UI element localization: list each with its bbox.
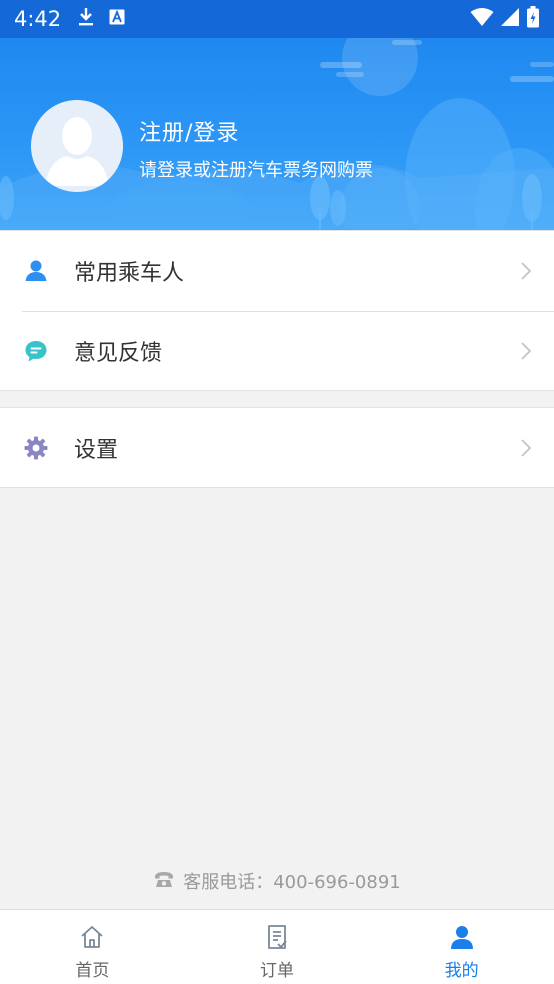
gear-icon xyxy=(24,436,48,460)
customer-service-hotline[interactable]: 客服电话：400-696-0891 xyxy=(0,868,554,894)
profile-header[interactable]: 注册/登录 请登录或注册汽车票务网购票 xyxy=(0,38,554,230)
login-hint: 请登录或注册汽车票务网购票 xyxy=(139,160,373,181)
menu-item-feedback[interactable]: 意见反馈 xyxy=(0,311,554,391)
tab-label: 首页 xyxy=(75,961,110,981)
order-icon xyxy=(264,924,290,954)
status-time: 4:42 xyxy=(14,7,62,31)
menu-group-settings: 设置 xyxy=(0,407,554,488)
bottom-tab-bar: 首页 订单 我的 xyxy=(0,909,554,984)
home-icon xyxy=(79,924,105,954)
phone-icon xyxy=(153,870,175,893)
menu-group-primary: 常用乘车人 意见反馈 xyxy=(0,230,554,391)
signal-icon xyxy=(500,7,520,31)
default-avatar-icon xyxy=(31,100,123,192)
chevron-right-icon xyxy=(520,341,532,361)
menu-item-settings[interactable]: 设置 xyxy=(0,408,554,488)
menu-item-passengers[interactable]: 常用乘车人 xyxy=(0,231,554,311)
tab-label: 我的 xyxy=(444,961,479,981)
tab-orders[interactable]: 订单 xyxy=(185,910,370,984)
menu-label: 设置 xyxy=(74,438,119,463)
wifi-icon xyxy=(470,7,494,31)
tab-home[interactable]: 首页 xyxy=(0,910,185,984)
profile-icon xyxy=(449,924,475,954)
hotline-text: 客服电话：400-696-0891 xyxy=(183,872,401,893)
chevron-right-icon xyxy=(520,438,532,458)
battery-icon xyxy=(526,6,540,32)
menu-label: 常用乘车人 xyxy=(74,261,185,286)
tab-profile[interactable]: 我的 xyxy=(369,910,554,984)
chevron-right-icon xyxy=(520,261,532,281)
passenger-icon xyxy=(24,259,48,283)
tab-label: 订单 xyxy=(260,961,294,981)
download-icon xyxy=(77,7,95,31)
keyboard-a-icon xyxy=(109,9,125,29)
avatar[interactable] xyxy=(31,100,123,192)
login-register-link[interactable]: 注册/登录 xyxy=(139,115,239,147)
feedback-icon xyxy=(24,339,48,363)
status-bar: 4:42 xyxy=(0,0,554,38)
menu-label: 意见反馈 xyxy=(74,341,163,366)
